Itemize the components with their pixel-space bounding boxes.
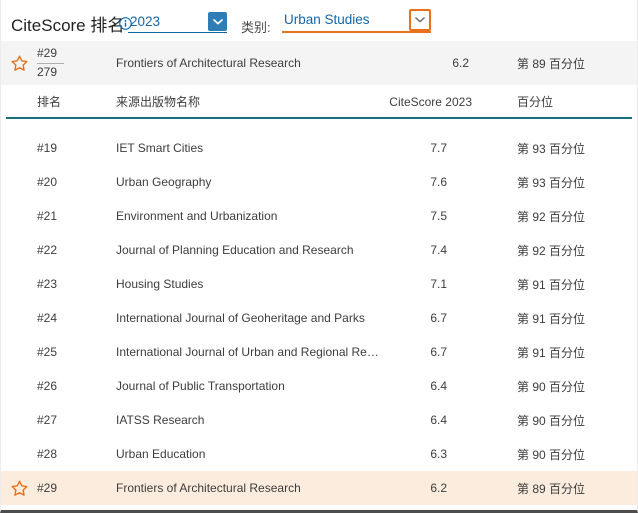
row-percentile: 第 89 百分位 bbox=[472, 480, 637, 497]
year-dropdown[interactable]: 2023 bbox=[128, 12, 227, 33]
page-title: CiteScore 排名 bbox=[11, 11, 124, 36]
row-source-title: Journal of Planning Education and Resear… bbox=[116, 243, 382, 257]
row-rank: #26 bbox=[37, 379, 116, 393]
row-citescore: 7.5 bbox=[382, 209, 472, 223]
chevron-down-icon bbox=[415, 17, 425, 23]
table-row: #23 Housing Studies 7.1 第 91 百分位 bbox=[1, 267, 637, 301]
row-percentile: 第 91 百分位 bbox=[472, 276, 637, 293]
category-dropdown[interactable]: Urban Studies bbox=[282, 10, 431, 33]
row-citescore: 6.3 bbox=[382, 447, 472, 461]
row-source-title: Journal of Public Transportation bbox=[116, 379, 382, 393]
row-rank: #23 bbox=[37, 277, 116, 291]
row-rank: #21 bbox=[37, 209, 116, 223]
row-citescore: 6.4 bbox=[382, 413, 472, 427]
row-percentile: 第 93 百分位 bbox=[472, 174, 637, 191]
row-citescore: 6.4 bbox=[382, 379, 472, 393]
table-row: #27 IATSS Research 6.4 第 90 百分位 bbox=[1, 403, 637, 437]
row-source-title: International Journal of Urban and Regio… bbox=[116, 345, 382, 359]
table-body: #19 IET Smart Cities 7.7 第 93 百分位 #20 Ur… bbox=[1, 131, 637, 505]
table-row: #22 Journal of Planning Education and Re… bbox=[1, 233, 637, 267]
category-dropdown-button[interactable] bbox=[409, 9, 431, 31]
table-row: #25 International Journal of Urban and R… bbox=[1, 335, 637, 369]
row-source-title: International Journal of Geoheritage and… bbox=[116, 311, 382, 325]
column-header-percentile: 百分位 bbox=[472, 93, 637, 110]
table-header: 排名 来源出版物名称 CiteScore 2023 百分位 bbox=[1, 88, 637, 115]
summary-citescore: 6.2 bbox=[382, 56, 472, 70]
star-icon[interactable] bbox=[10, 479, 29, 498]
table-row: #26 Journal of Public Transportation 6.4… bbox=[1, 369, 637, 403]
row-percentile: 第 92 百分位 bbox=[472, 208, 637, 225]
category-dropdown-value[interactable]: Urban Studies bbox=[284, 12, 370, 27]
row-source-title: Environment and Urbanization bbox=[116, 209, 382, 223]
row-percentile: 第 91 百分位 bbox=[472, 310, 637, 327]
summary-total: 279 bbox=[37, 65, 57, 79]
row-percentile: 第 90 百分位 bbox=[472, 378, 637, 395]
category-label: 类别: bbox=[241, 17, 271, 36]
fraction-divider bbox=[37, 63, 64, 64]
table-row: #29 Frontiers of Architectural Research … bbox=[1, 471, 637, 505]
row-source-title: IET Smart Cities bbox=[116, 141, 382, 155]
summary-source-title: Frontiers of Architectural Research bbox=[116, 56, 382, 70]
row-percentile: 第 91 百分位 bbox=[472, 344, 637, 361]
star-icon[interactable] bbox=[10, 54, 29, 73]
row-citescore: 7.6 bbox=[382, 175, 472, 189]
row-source-title: Urban Geography bbox=[116, 175, 382, 189]
row-source-title: Frontiers of Architectural Research bbox=[116, 481, 382, 495]
summary-percentile: 第 89 百分位 bbox=[472, 55, 637, 72]
row-rank: #25 bbox=[37, 345, 116, 359]
column-header-rank: 排名 bbox=[37, 93, 116, 110]
row-rank: #24 bbox=[37, 311, 116, 325]
row-percentile: 第 92 百分位 bbox=[472, 242, 637, 259]
table-row: #19 IET Smart Cities 7.7 第 93 百分位 bbox=[1, 131, 637, 165]
row-citescore: 7.7 bbox=[382, 141, 472, 155]
header-divider bbox=[6, 117, 632, 119]
summary-row: #29 279 Frontiers of Architectural Resea… bbox=[1, 41, 637, 85]
row-citescore: 6.7 bbox=[382, 311, 472, 325]
row-rank: #20 bbox=[37, 175, 116, 189]
row-percentile: 第 90 百分位 bbox=[472, 412, 637, 429]
column-header-citescore: CiteScore 2023 bbox=[382, 95, 472, 109]
row-percentile: 第 90 百分位 bbox=[472, 446, 637, 463]
citescore-rank-panel: CiteScore 排名 2023 类别: Urban Studies bbox=[0, 0, 638, 513]
row-citescore: 7.1 bbox=[382, 277, 472, 291]
row-rank: #27 bbox=[37, 413, 116, 427]
year-dropdown-button[interactable] bbox=[208, 12, 227, 31]
table-row: #28 Urban Education 6.3 第 90 百分位 bbox=[1, 437, 637, 471]
table-row: #24 International Journal of Geoheritage… bbox=[1, 301, 637, 335]
row-rank: #28 bbox=[37, 447, 116, 461]
row-percentile: 第 93 百分位 bbox=[472, 140, 637, 157]
table-row: #20 Urban Geography 7.6 第 93 百分位 bbox=[1, 165, 637, 199]
summary-rank: #29 bbox=[37, 46, 57, 60]
row-source-title: Housing Studies bbox=[116, 277, 382, 291]
row-source-title: Urban Education bbox=[116, 447, 382, 461]
chevron-down-icon bbox=[213, 19, 223, 25]
row-citescore: 6.2 bbox=[382, 481, 472, 495]
row-source-title: IATSS Research bbox=[116, 413, 382, 427]
row-rank: #22 bbox=[37, 243, 116, 257]
table-row: #21 Environment and Urbanization 7.5 第 9… bbox=[1, 199, 637, 233]
row-citescore: 7.4 bbox=[382, 243, 472, 257]
row-citescore: 6.7 bbox=[382, 345, 472, 359]
row-rank: #29 bbox=[37, 481, 116, 495]
column-header-source-title: 来源出版物名称 bbox=[116, 93, 382, 110]
row-rank: #19 bbox=[37, 141, 116, 155]
year-dropdown-value[interactable]: 2023 bbox=[130, 14, 160, 29]
panel-header: CiteScore 排名 2023 类别: Urban Studies bbox=[1, 0, 637, 41]
summary-rank-fraction: #29 279 bbox=[37, 47, 64, 80]
